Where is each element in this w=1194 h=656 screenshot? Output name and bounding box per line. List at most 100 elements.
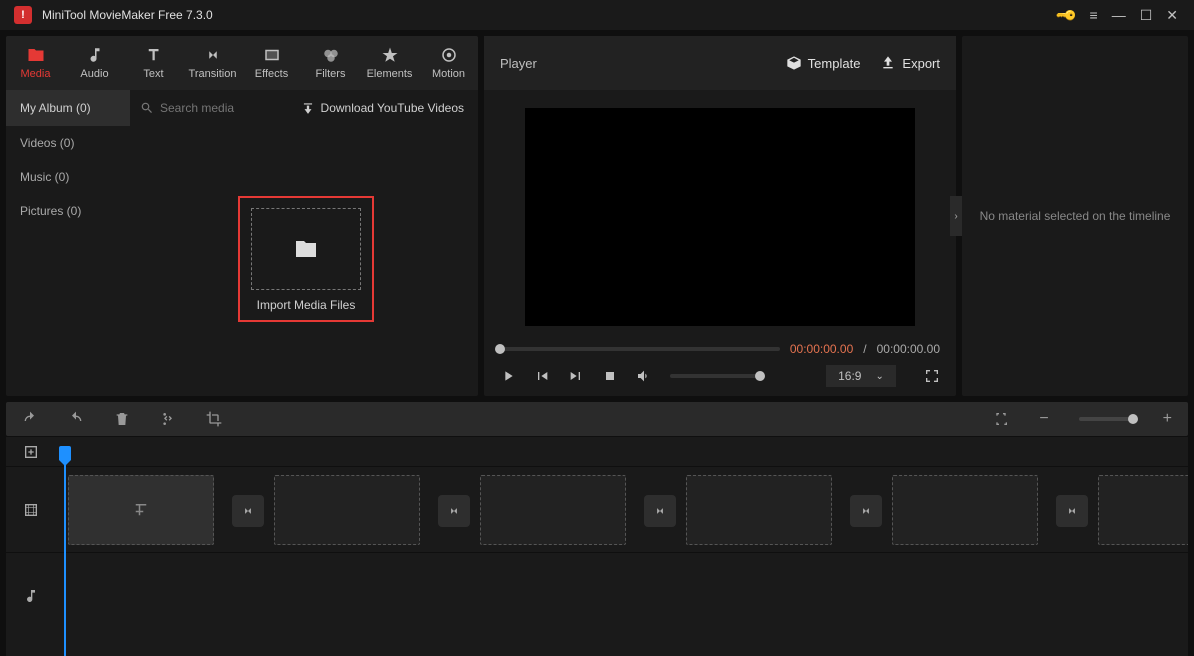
transition-slot[interactable]: [232, 495, 264, 527]
tab-transition[interactable]: Transition: [183, 36, 242, 90]
timeline-toolbar: − +: [6, 402, 1188, 436]
clip-slot[interactable]: [480, 475, 626, 545]
download-icon: [301, 101, 315, 115]
motion-icon: [440, 46, 458, 64]
app-title: MiniTool MovieMaker Free 7.3.0: [42, 8, 213, 22]
collapse-properties-button[interactable]: ›: [950, 196, 962, 236]
tab-label: Text: [143, 68, 163, 80]
properties-panel: › No material selected on the timeline: [962, 36, 1188, 396]
tab-filters[interactable]: Filters: [301, 36, 360, 90]
auto-fit-button[interactable]: [993, 411, 1009, 427]
transition-slot[interactable]: [644, 495, 676, 527]
tab-label: Media: [21, 68, 51, 80]
fullscreen-button[interactable]: [924, 368, 940, 384]
title-bar: ! MiniTool MovieMaker Free 7.3.0 🔑 ≡ — ☐…: [0, 0, 1194, 30]
ratio-label: 16:9: [838, 369, 861, 383]
video-track-icon: [23, 502, 39, 518]
transition-icon: [859, 504, 873, 518]
redo-button[interactable]: [68, 411, 84, 427]
media-panel: Media Audio Text Transition Effects: [6, 36, 478, 396]
search-icon: [140, 101, 154, 115]
time-total: 00:00:00.00: [877, 342, 940, 356]
media-area: Import Media Files: [130, 126, 478, 396]
export-button[interactable]: Export: [880, 55, 940, 71]
clip-slot[interactable]: [68, 475, 214, 545]
timeline: [6, 436, 1188, 656]
video-canvas[interactable]: [525, 108, 915, 326]
minimize-button[interactable]: —: [1112, 7, 1126, 23]
clip-slot[interactable]: [1098, 475, 1188, 545]
template-label: Template: [808, 56, 861, 71]
tab-audio[interactable]: Audio: [65, 36, 124, 90]
zoom-slider[interactable]: [1079, 417, 1133, 421]
play-button[interactable]: [500, 368, 516, 384]
tab-label: Audio: [80, 68, 108, 80]
tab-label: Transition: [189, 68, 237, 80]
video-track[interactable]: [56, 467, 1188, 552]
export-label: Export: [902, 56, 940, 71]
tab-elements[interactable]: Elements: [360, 36, 419, 90]
cat-music[interactable]: Music (0): [6, 160, 130, 194]
undo-button[interactable]: [22, 411, 38, 427]
transition-slot[interactable]: [850, 495, 882, 527]
progress-slider[interactable]: [500, 347, 780, 351]
tab-effects[interactable]: Effects: [242, 36, 301, 90]
folder-icon: [27, 46, 45, 64]
effects-icon: [263, 46, 281, 64]
volume-slider[interactable]: [670, 374, 760, 378]
search-input[interactable]: [160, 101, 260, 115]
export-icon: [880, 55, 896, 71]
tab-label: Motion: [432, 68, 465, 80]
tab-media[interactable]: Media: [6, 36, 65, 90]
stop-button[interactable]: [602, 368, 618, 384]
audio-track-icon: [23, 588, 39, 604]
tab-label: Filters: [316, 68, 346, 80]
album-selector[interactable]: My Album (0): [6, 90, 130, 126]
clip-slot[interactable]: [274, 475, 420, 545]
prev-frame-button[interactable]: [534, 368, 550, 384]
cat-pictures[interactable]: Pictures (0): [6, 194, 130, 228]
aspect-ratio-select[interactable]: 16:9 ⌄: [826, 365, 896, 387]
transition-icon: [1065, 504, 1079, 518]
star-icon: [381, 46, 399, 64]
tab-motion[interactable]: Motion: [419, 36, 478, 90]
delete-button[interactable]: [114, 411, 130, 427]
volume-icon[interactable]: [636, 368, 652, 384]
player-title: Player: [500, 56, 537, 71]
app-logo: !: [14, 6, 32, 24]
maximize-button[interactable]: ☐: [1140, 7, 1153, 24]
audio-track[interactable]: [56, 553, 1188, 638]
player-panel: Player Template Export 00:00:00.00: [484, 36, 956, 396]
add-track-icon[interactable]: [23, 444, 39, 460]
zoom-in-button[interactable]: +: [1163, 410, 1172, 428]
zoom-out-button[interactable]: −: [1039, 410, 1048, 428]
close-button[interactable]: ✕: [1166, 7, 1178, 24]
clip-slot[interactable]: [686, 475, 832, 545]
category-list: Videos (0) Music (0) Pictures (0): [6, 126, 130, 396]
transition-icon: [204, 46, 222, 64]
properties-empty-text: No material selected on the timeline: [980, 209, 1171, 223]
add-clip-icon: [132, 501, 150, 519]
timeline-ruler[interactable]: [56, 437, 1188, 466]
import-media-box[interactable]: Import Media Files: [238, 196, 374, 322]
download-youtube-link[interactable]: Download YouTube Videos: [287, 101, 478, 115]
cat-videos[interactable]: Videos (0): [6, 126, 130, 160]
template-button[interactable]: Template: [786, 55, 861, 71]
folder-icon: [294, 237, 318, 261]
drop-zone[interactable]: [251, 208, 361, 290]
video-preview-area: [484, 90, 956, 334]
crop-button[interactable]: [206, 411, 222, 427]
tab-text[interactable]: Text: [124, 36, 183, 90]
album-label: My Album (0): [20, 101, 91, 115]
transition-slot[interactable]: [438, 495, 470, 527]
split-button[interactable]: [160, 411, 176, 427]
upgrade-key-icon[interactable]: 🔑: [1055, 3, 1079, 27]
clip-slot[interactable]: [892, 475, 1038, 545]
next-frame-button[interactable]: [568, 368, 584, 384]
text-icon: [145, 46, 163, 64]
transition-icon: [447, 504, 461, 518]
transition-slot[interactable]: [1056, 495, 1088, 527]
transition-icon: [241, 504, 255, 518]
hamburger-menu-icon[interactable]: ≡: [1090, 7, 1098, 23]
transition-icon: [653, 504, 667, 518]
